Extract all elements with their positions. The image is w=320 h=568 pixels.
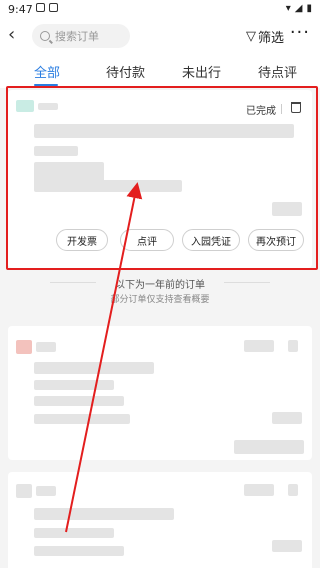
annotation-arrow	[65, 182, 143, 533]
